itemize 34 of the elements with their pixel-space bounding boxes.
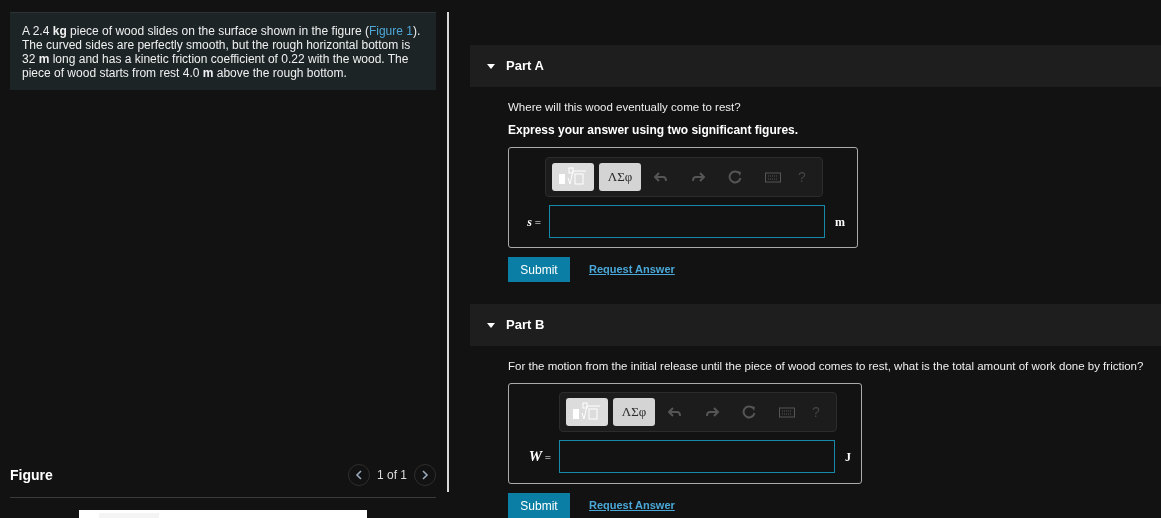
figure-heading: Figure bbox=[10, 465, 53, 485]
radical-icon bbox=[558, 167, 588, 188]
radical-icon bbox=[572, 402, 602, 422]
page-counter: 1 of 1 bbox=[376, 467, 407, 484]
figure-link[interactable]: Figure 1 bbox=[368, 24, 413, 38]
greek-button[interactable]: ΛΣφ bbox=[599, 163, 641, 192]
undo-icon[interactable] bbox=[668, 405, 684, 419]
instruction-text: Express your answer using two significant figures. bbox=[508, 123, 800, 138]
greek-button[interactable]: ΛΣφ bbox=[613, 398, 655, 426]
reset-icon[interactable] bbox=[742, 405, 758, 419]
part-header[interactable]: Part B bbox=[470, 303, 1161, 346]
variable-label: W = bbox=[527, 447, 552, 467]
request-answer-link[interactable]: Request Answer bbox=[589, 261, 675, 278]
unit-label: J bbox=[845, 448, 851, 466]
template-button[interactable] bbox=[552, 163, 594, 192]
request-answer-link[interactable]: Request Answer bbox=[589, 497, 675, 514]
answer-field[interactable] bbox=[549, 205, 825, 239]
redo-icon[interactable] bbox=[705, 405, 721, 419]
unit-label: m bbox=[835, 213, 845, 231]
part-title: Part B bbox=[506, 316, 545, 335]
answer-field[interactable] bbox=[559, 440, 835, 473]
question-text: Where will this wood eventually come to rest? bbox=[508, 100, 742, 115]
variable-label: s = bbox=[526, 213, 542, 231]
chevron-left-icon bbox=[353, 470, 364, 480]
problem-text: A 2.4 kg piece of wood slides on the surface shown in the figure (Figure 1). The curved sides are perfectly smooth, but the rough horizontal bottom is 32 m long and has a kinetic friction coefficient of 0.22 with the wood. The piece of wood starts from rest 4.0 m above the rough bottom. bbox=[10, 12, 436, 90]
submit-button[interactable]: Submit bbox=[508, 493, 570, 518]
part-header[interactable]: Part A bbox=[470, 45, 1161, 88]
chevron-right-icon bbox=[420, 470, 430, 480]
part-title: Part A bbox=[506, 57, 544, 76]
submit-button[interactable]: Submit bbox=[508, 257, 570, 283]
keyboard-icon[interactable] bbox=[765, 170, 781, 185]
keyboard-icon[interactable] bbox=[779, 405, 795, 419]
reset-icon[interactable] bbox=[728, 170, 744, 185]
question-text: For the motion from the initial release until the piece of wood comes to rest, what is the total amount of work done by friction? bbox=[508, 359, 1145, 373]
